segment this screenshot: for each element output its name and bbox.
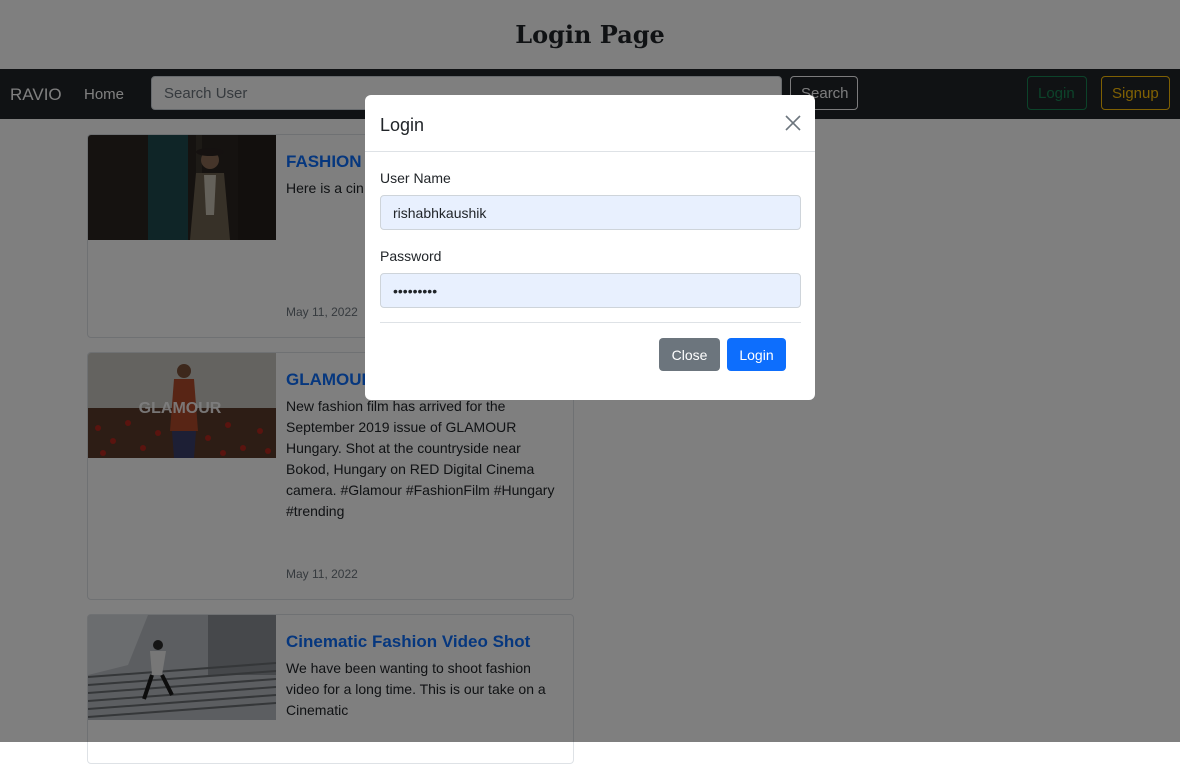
password-field[interactable] xyxy=(380,273,801,308)
login-modal: Login User Name Password Close Login xyxy=(365,95,815,400)
modal-title: Login xyxy=(380,115,425,135)
modal-login-button[interactable]: Login xyxy=(727,338,786,371)
modal-header: Login xyxy=(365,95,815,152)
username-field[interactable] xyxy=(380,195,801,230)
username-label: User Name xyxy=(380,170,451,186)
close-icon[interactable] xyxy=(783,113,803,133)
modal-footer xyxy=(380,322,801,323)
password-label: Password xyxy=(380,248,442,264)
modal-close-button[interactable]: Close xyxy=(659,338,720,371)
